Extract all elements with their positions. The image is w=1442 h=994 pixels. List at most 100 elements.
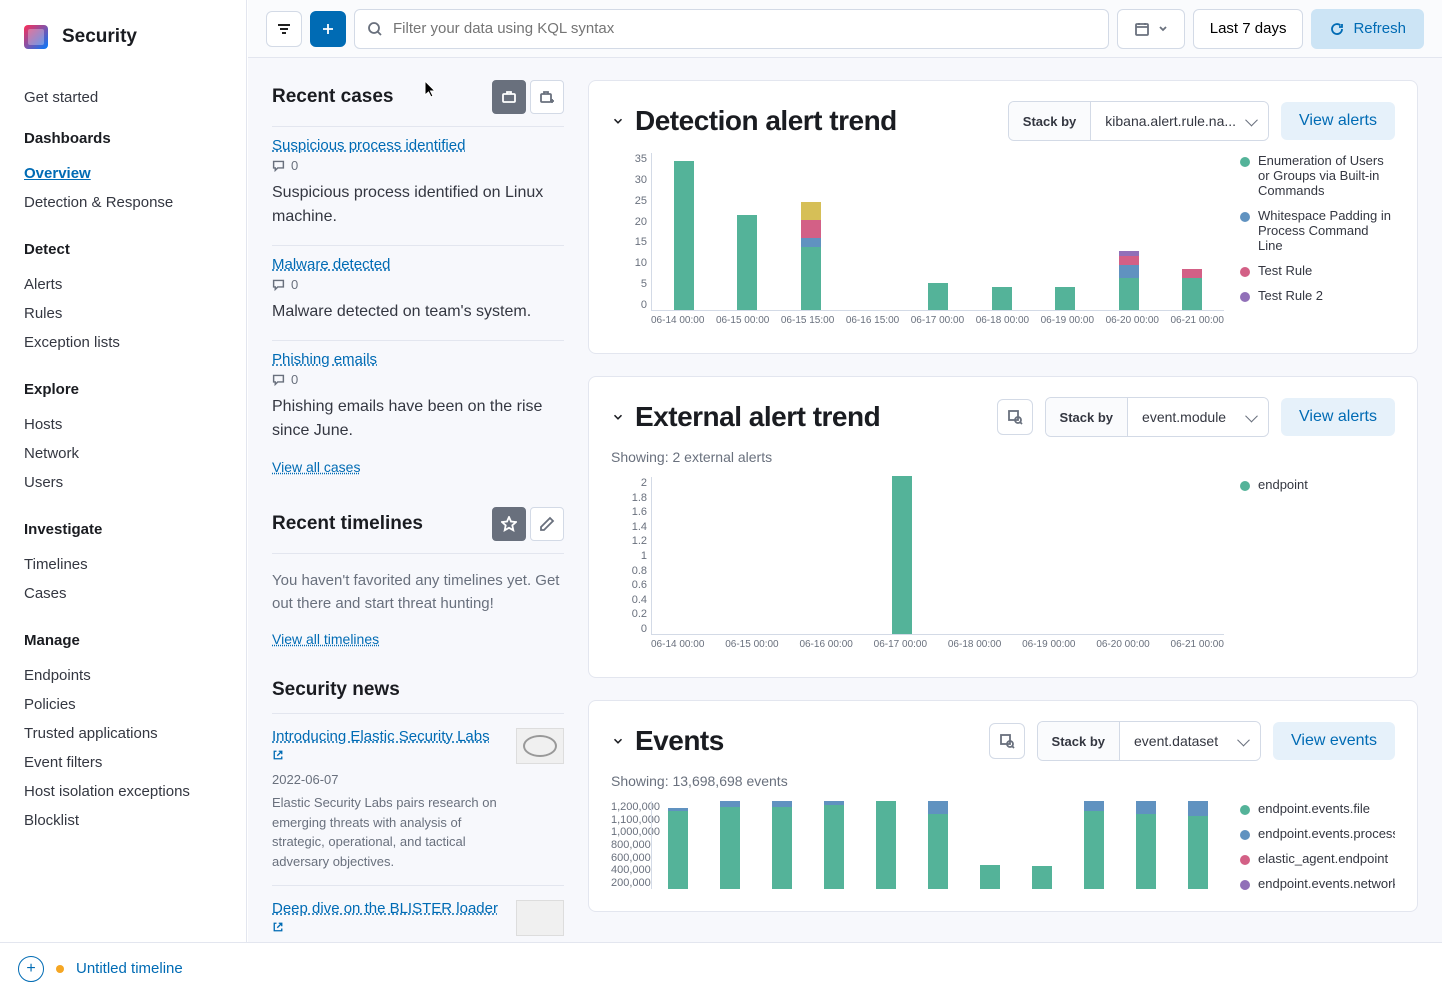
detection-chart[interactable]: 35302520151050 06-14 00:0006-15 00:0006-… bbox=[611, 153, 1224, 333]
case-title-link[interactable]: Malware detected bbox=[272, 256, 564, 273]
nav-item-detection-response[interactable]: Detection & Response bbox=[24, 188, 246, 217]
legend-item[interactable]: endpoint.events.network bbox=[1240, 876, 1395, 891]
view-all-cases-link[interactable]: View all cases bbox=[272, 459, 360, 475]
view-all-timelines-link[interactable]: View all timelines bbox=[272, 631, 379, 647]
view-events-button[interactable]: View events bbox=[1273, 722, 1395, 760]
favorites-button[interactable] bbox=[492, 507, 526, 541]
new-timeline-button[interactable] bbox=[530, 507, 564, 541]
legend-label: elastic_agent.endpoint bbox=[1258, 851, 1388, 866]
collapse-toggle[interactable] bbox=[611, 734, 625, 748]
case-title-link[interactable]: Phishing emails bbox=[272, 351, 564, 368]
detection-trend-title: Detection alert trend bbox=[635, 105, 897, 137]
legend-dot-icon bbox=[1240, 292, 1250, 302]
case-comments: 0 bbox=[272, 277, 564, 292]
external-showing-text: Showing: 2 external alerts bbox=[611, 449, 1395, 465]
nav-item-users[interactable]: Users bbox=[24, 468, 246, 497]
nav-group-title: Investigate bbox=[24, 521, 246, 538]
stack-by-select[interactable]: event.dataset bbox=[1120, 722, 1260, 760]
legend-dot-icon bbox=[1240, 212, 1250, 222]
legend-label: Test Rule 2 bbox=[1258, 288, 1323, 303]
case-item: Phishing emails 0 Phishing emails have b… bbox=[272, 340, 564, 459]
nav-item-host-isolation-exceptions[interactable]: Host isolation exceptions bbox=[24, 777, 246, 806]
main: Recent cases Suspicious process identifi… bbox=[248, 58, 1442, 942]
collapse-toggle[interactable] bbox=[611, 410, 625, 424]
legend-item[interactable]: Whitespace Padding in Process Command Li… bbox=[1240, 208, 1395, 253]
chevron-down-icon bbox=[611, 733, 625, 749]
kql-input[interactable] bbox=[393, 20, 1096, 37]
legend-item[interactable]: Enumeration of Users or Groups via Built… bbox=[1240, 153, 1395, 198]
legend-item[interactable]: endpoint bbox=[1240, 477, 1395, 492]
plus-icon bbox=[320, 21, 336, 37]
nav-group-title: Manage bbox=[24, 632, 246, 649]
inspect-icon bbox=[1007, 409, 1023, 425]
nav-item-policies[interactable]: Policies bbox=[24, 690, 246, 719]
legend-item[interactable]: endpoint.events.process bbox=[1240, 826, 1395, 841]
kql-search[interactable] bbox=[354, 9, 1109, 49]
create-case-button[interactable] bbox=[530, 80, 564, 114]
legend-label: endpoint.events.file bbox=[1258, 801, 1370, 816]
nav-item-event-filters[interactable]: Event filters bbox=[24, 748, 246, 777]
all-cases-button[interactable] bbox=[492, 80, 526, 114]
legend-label: endpoint.events.network bbox=[1258, 876, 1395, 891]
nav-get-started[interactable]: Get started bbox=[24, 89, 246, 106]
nav-item-endpoints[interactable]: Endpoints bbox=[24, 661, 246, 690]
events-showing-text: Showing: 13,698,698 events bbox=[611, 773, 1395, 789]
legend-item[interactable]: Test Rule 2 bbox=[1240, 288, 1395, 303]
news-thumbnail bbox=[516, 728, 564, 764]
case-description: Malware detected on team's system. bbox=[272, 300, 564, 324]
case-title-link[interactable]: Suspicious process identified bbox=[272, 137, 564, 154]
chevron-down-icon bbox=[611, 113, 625, 129]
external-chart[interactable]: 21.81.61.41.210.80.60.40.20 06-14 00:000… bbox=[611, 477, 1224, 657]
untitled-timeline-link[interactable]: Untitled timeline bbox=[76, 960, 183, 977]
legend-item[interactable]: Test Rule bbox=[1240, 263, 1395, 278]
collapse-toggle[interactable] bbox=[611, 114, 625, 128]
stack-by-control: Stack by event.module bbox=[1045, 397, 1269, 437]
left-column: Recent cases Suspicious process identifi… bbox=[248, 58, 588, 942]
case-comments: 0 bbox=[272, 158, 564, 173]
news-title-link[interactable]: Introducing Elastic Security Labs bbox=[272, 728, 506, 745]
view-alerts-button[interactable]: View alerts bbox=[1281, 102, 1395, 140]
events-chart[interactable]: 1,200,0001,100,0001,000,000800,000600,00… bbox=[611, 801, 1224, 911]
nav-item-trusted-applications[interactable]: Trusted applications bbox=[24, 719, 246, 748]
nav-item-timelines[interactable]: Timelines bbox=[24, 550, 246, 579]
stack-by-select[interactable]: event.module bbox=[1128, 398, 1268, 436]
nav-item-exception-lists[interactable]: Exception lists bbox=[24, 328, 246, 357]
app-brand[interactable]: Security bbox=[24, 25, 246, 49]
unsaved-indicator-icon bbox=[56, 965, 64, 973]
legend-label: Test Rule bbox=[1258, 263, 1312, 278]
date-range-button[interactable]: Last 7 days bbox=[1193, 9, 1304, 49]
app-title: Security bbox=[62, 26, 137, 48]
external-link-icon bbox=[272, 749, 284, 761]
legend-label: Enumeration of Users or Groups via Built… bbox=[1258, 153, 1395, 198]
inspect-button[interactable] bbox=[997, 399, 1033, 435]
legend-label: endpoint.events.process bbox=[1258, 826, 1395, 841]
view-alerts-button[interactable]: View alerts bbox=[1281, 398, 1395, 436]
date-range-label: Last 7 days bbox=[1210, 20, 1287, 37]
add-timeline-button[interactable]: + bbox=[18, 956, 44, 982]
legend-item[interactable]: elastic_agent.endpoint bbox=[1240, 851, 1395, 866]
nav-item-rules[interactable]: Rules bbox=[24, 299, 246, 328]
add-filter-button[interactable] bbox=[310, 11, 346, 47]
stack-by-select[interactable]: kibana.alert.rule.na... bbox=[1091, 102, 1268, 140]
search-icon bbox=[367, 21, 383, 37]
calendar-icon bbox=[1134, 21, 1150, 37]
security-news-title: Security news bbox=[272, 679, 400, 701]
nav-item-blocklist[interactable]: Blocklist bbox=[24, 806, 246, 835]
nav-item-overview[interactable]: Overview bbox=[24, 159, 246, 188]
nav-item-cases[interactable]: Cases bbox=[24, 579, 246, 608]
case-description: Suspicious process identified on Linux m… bbox=[272, 181, 564, 229]
nav-item-hosts[interactable]: Hosts bbox=[24, 410, 246, 439]
right-column: Detection alert trend Stack by kibana.al… bbox=[588, 58, 1442, 942]
news-title-link[interactable]: Deep dive on the BLISTER loader bbox=[272, 900, 506, 917]
refresh-button[interactable]: Refresh bbox=[1311, 9, 1424, 49]
toggle-filter-button[interactable] bbox=[266, 11, 302, 47]
nav-item-network[interactable]: Network bbox=[24, 439, 246, 468]
calendar-button[interactable] bbox=[1117, 9, 1185, 49]
external-link-icon bbox=[272, 921, 284, 933]
nav-item-alerts[interactable]: Alerts bbox=[24, 270, 246, 299]
legend-item[interactable]: endpoint.events.file bbox=[1240, 801, 1395, 816]
news-item: Deep dive on the BLISTER loader 2022-05-… bbox=[272, 885, 564, 942]
external-alert-trend-panel: External alert trend Stack by event.modu… bbox=[588, 376, 1418, 678]
inspect-button[interactable] bbox=[989, 723, 1025, 759]
recent-cases-header: Recent cases bbox=[272, 80, 564, 114]
